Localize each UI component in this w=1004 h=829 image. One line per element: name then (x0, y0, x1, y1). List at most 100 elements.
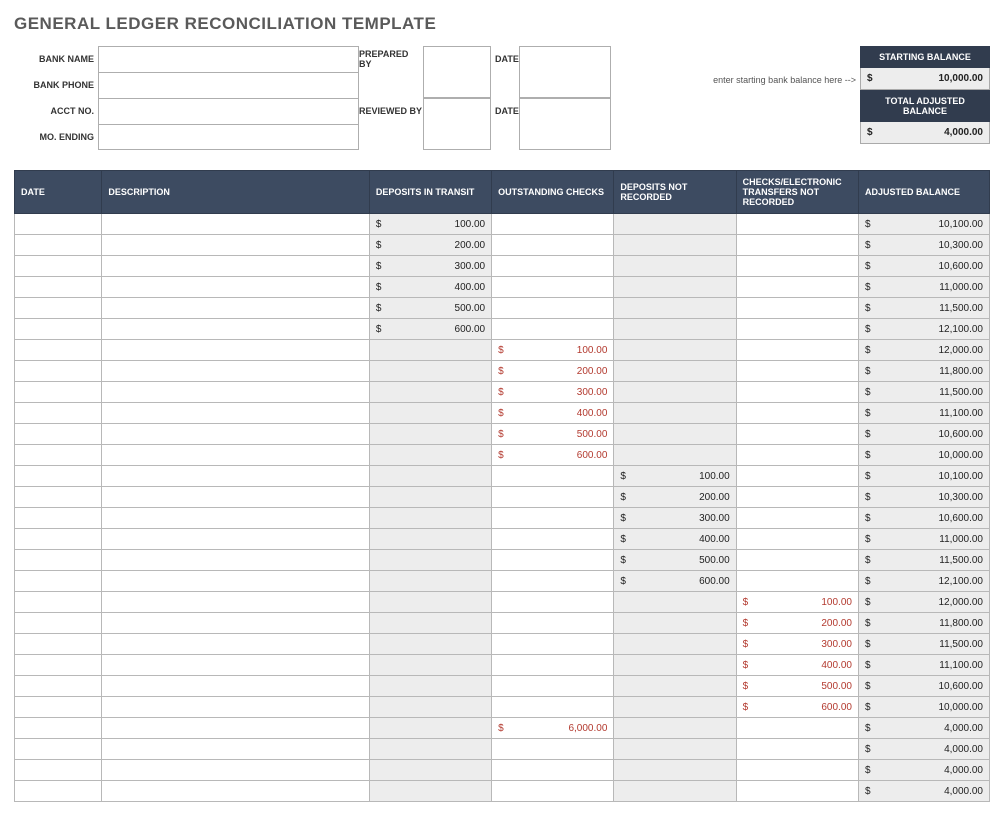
reviewed-date-input[interactable] (519, 98, 611, 124)
reviewed-by-input-2[interactable] (423, 124, 491, 150)
table-cell[interactable] (736, 508, 858, 529)
cell-date[interactable] (15, 403, 102, 424)
cell-description[interactable] (102, 382, 369, 403)
table-cell[interactable]: $11,800.00 (858, 613, 989, 634)
table-cell[interactable] (614, 214, 736, 235)
table-cell[interactable]: $11,500.00 (858, 550, 989, 571)
table-cell[interactable] (369, 340, 491, 361)
table-cell[interactable] (492, 529, 614, 550)
table-cell[interactable] (736, 781, 858, 802)
prepared-by-input[interactable] (423, 46, 491, 72)
cell-description[interactable] (102, 214, 369, 235)
cell-description[interactable] (102, 487, 369, 508)
table-cell[interactable]: $10,100.00 (858, 466, 989, 487)
table-cell[interactable] (492, 781, 614, 802)
table-cell[interactable] (369, 676, 491, 697)
table-cell[interactable] (492, 214, 614, 235)
cell-date[interactable] (15, 781, 102, 802)
cell-date[interactable] (15, 550, 102, 571)
table-cell[interactable] (492, 697, 614, 718)
table-cell[interactable] (614, 697, 736, 718)
table-cell[interactable] (492, 676, 614, 697)
table-cell[interactable] (369, 718, 491, 739)
table-cell[interactable]: $600.00 (369, 319, 491, 340)
table-cell[interactable]: $11,000.00 (858, 277, 989, 298)
cell-description[interactable] (102, 508, 369, 529)
table-cell[interactable] (614, 277, 736, 298)
table-cell[interactable] (492, 571, 614, 592)
cell-date[interactable] (15, 697, 102, 718)
cell-date[interactable] (15, 445, 102, 466)
cell-description[interactable] (102, 445, 369, 466)
table-cell[interactable] (369, 487, 491, 508)
table-cell[interactable] (614, 235, 736, 256)
table-cell[interactable]: $11,100.00 (858, 403, 989, 424)
cell-date[interactable] (15, 235, 102, 256)
cell-date[interactable] (15, 487, 102, 508)
table-cell[interactable]: $11,500.00 (858, 298, 989, 319)
table-cell[interactable] (369, 466, 491, 487)
cell-date[interactable] (15, 277, 102, 298)
cell-description[interactable] (102, 256, 369, 277)
cell-date[interactable] (15, 613, 102, 634)
table-cell[interactable] (492, 298, 614, 319)
cell-description[interactable] (102, 235, 369, 256)
cell-description[interactable] (102, 760, 369, 781)
reviewed-by-input[interactable] (423, 98, 491, 124)
table-cell[interactable] (614, 340, 736, 361)
bank-name-input[interactable] (98, 46, 359, 72)
table-cell[interactable]: $11,000.00 (858, 529, 989, 550)
table-cell[interactable] (736, 550, 858, 571)
cell-date[interactable] (15, 529, 102, 550)
cell-description[interactable] (102, 571, 369, 592)
table-cell[interactable] (369, 697, 491, 718)
table-cell[interactable] (614, 592, 736, 613)
table-cell[interactable]: $200.00 (614, 487, 736, 508)
table-cell[interactable]: $500.00 (492, 424, 614, 445)
table-cell[interactable] (614, 361, 736, 382)
table-cell[interactable]: $4,000.00 (858, 760, 989, 781)
cell-description[interactable] (102, 361, 369, 382)
table-cell[interactable] (614, 613, 736, 634)
prepared-by-input-2[interactable] (423, 72, 491, 98)
cell-description[interactable] (102, 718, 369, 739)
table-cell[interactable]: $300.00 (614, 508, 736, 529)
table-cell[interactable] (492, 256, 614, 277)
table-cell[interactable] (614, 718, 736, 739)
table-cell[interactable] (614, 781, 736, 802)
cell-description[interactable] (102, 298, 369, 319)
table-cell[interactable]: $200.00 (369, 235, 491, 256)
table-cell[interactable] (369, 634, 491, 655)
table-cell[interactable] (614, 424, 736, 445)
table-cell[interactable] (736, 529, 858, 550)
table-cell[interactable]: $500.00 (614, 550, 736, 571)
table-cell[interactable] (736, 319, 858, 340)
table-cell[interactable] (614, 319, 736, 340)
table-cell[interactable] (369, 529, 491, 550)
cell-date[interactable] (15, 382, 102, 403)
table-cell[interactable] (369, 760, 491, 781)
table-cell[interactable]: $600.00 (736, 697, 858, 718)
mo-ending-input[interactable] (98, 124, 359, 150)
cell-description[interactable] (102, 613, 369, 634)
cell-date[interactable] (15, 424, 102, 445)
table-cell[interactable] (492, 592, 614, 613)
table-cell[interactable] (614, 256, 736, 277)
table-cell[interactable] (614, 739, 736, 760)
cell-date[interactable] (15, 571, 102, 592)
cell-description[interactable] (102, 403, 369, 424)
table-cell[interactable]: $10,600.00 (858, 424, 989, 445)
table-cell[interactable] (369, 550, 491, 571)
table-cell[interactable] (369, 361, 491, 382)
cell-description[interactable] (102, 655, 369, 676)
cell-description[interactable] (102, 676, 369, 697)
table-cell[interactable]: $200.00 (492, 361, 614, 382)
table-cell[interactable]: $500.00 (369, 298, 491, 319)
table-cell[interactable]: $400.00 (369, 277, 491, 298)
table-cell[interactable] (614, 298, 736, 319)
table-cell[interactable]: $10,000.00 (858, 697, 989, 718)
table-cell[interactable] (736, 382, 858, 403)
cell-date[interactable] (15, 298, 102, 319)
table-cell[interactable] (369, 571, 491, 592)
cell-date[interactable] (15, 592, 102, 613)
